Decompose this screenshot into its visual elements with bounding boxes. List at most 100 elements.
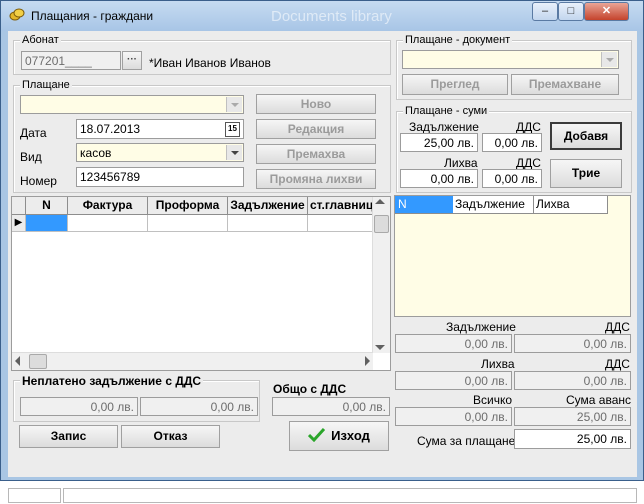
type-select[interactable]: касов: [76, 143, 244, 162]
checkmark-icon: [308, 427, 326, 443]
view-button[interactable]: Преглед: [402, 74, 508, 95]
subscriber-browse-button[interactable]: ···: [122, 51, 142, 70]
change-interest-button[interactable]: Промяна лихви: [256, 169, 376, 189]
total-with-vat-label: Общо с ДДС: [273, 382, 347, 396]
vat2-input[interactable]: 0,00 лв.: [482, 169, 542, 188]
close-icon: ✕: [601, 5, 612, 17]
status-segment: [63, 488, 637, 503]
status-segment: [8, 488, 61, 503]
interest-label: Лихва: [444, 156, 478, 170]
save-button[interactable]: Запис: [19, 425, 118, 448]
scroll-up-icon[interactable]: [375, 199, 385, 204]
payment-document-label: Плащане - документ: [403, 34, 513, 46]
table-cell[interactable]: [68, 215, 148, 232]
table-cell[interactable]: [308, 215, 374, 232]
type-label: Вид: [20, 150, 42, 164]
type-value: касов: [80, 146, 112, 160]
close-button[interactable]: ✕: [584, 2, 629, 21]
chevron-down-icon: [601, 52, 617, 67]
maximize-icon: □: [567, 5, 575, 17]
total-interest-label: Лихва: [481, 357, 515, 371]
maximize-button[interactable]: □: [558, 2, 584, 21]
sums-column-header-n[interactable]: N: [395, 196, 453, 214]
total-obligation-field: 0,00 лв.: [395, 334, 512, 353]
obligation-input[interactable]: 25,00 лв.: [400, 133, 478, 152]
number-input[interactable]: 123456789: [76, 167, 244, 187]
amount-to-pay-input[interactable]: 25,00 лв.: [514, 429, 631, 449]
payment-group-label: Плащане: [20, 79, 72, 91]
exit-label: Изход: [331, 428, 370, 443]
sums-column-header-obligation[interactable]: Задължение: [453, 196, 534, 214]
minimize-button[interactable]: –: [532, 2, 558, 21]
advance-field: 25,00 лв.: [514, 407, 631, 426]
vertical-scrollbar[interactable]: [372, 197, 390, 353]
total-all-field: 0,00 лв.: [395, 407, 512, 426]
title-bar[interactable]: Плащания - граждани Documents library – …: [1, 1, 643, 31]
grid-indicator-header: [12, 197, 26, 215]
vat-label: ДДС: [516, 120, 541, 134]
chevron-down-icon: [226, 145, 242, 160]
date-value: 18.07.2013: [80, 122, 141, 136]
unpaid-obligation-field: 0,00 лв.: [20, 397, 138, 416]
table-cell[interactable]: [228, 215, 308, 232]
column-header-n[interactable]: N: [26, 197, 68, 215]
total-vat2-field: 0,00 лв.: [514, 371, 631, 390]
number-label: Номер: [20, 174, 57, 188]
column-header-obligation[interactable]: Задължение: [228, 197, 308, 215]
payment-sums-label: Плащане - суми: [403, 105, 490, 117]
scroll-left-icon[interactable]: [15, 356, 20, 366]
add-button[interactable]: Добавя: [550, 122, 622, 150]
vat-input[interactable]: 0,00 лв.: [482, 133, 542, 152]
scrollbar-thumb[interactable]: [29, 354, 47, 369]
scroll-down-icon[interactable]: [375, 345, 385, 350]
application-window: Плащания - граждани Documents library – …: [0, 0, 644, 503]
status-bar: [8, 486, 637, 504]
column-header-proforma[interactable]: Проформа: [148, 197, 228, 215]
edit-button[interactable]: Редакция: [256, 119, 376, 139]
remove-document-button[interactable]: Премахване: [511, 74, 619, 95]
invoices-grid[interactable]: N Фактура Проформа Задължение ст.главниц…: [11, 196, 391, 371]
payment-document-select[interactable]: [402, 50, 619, 69]
subscriber-number-field[interactable]: 077201____: [21, 51, 121, 70]
total-obligation-label: Задължение: [446, 320, 516, 334]
vat2-label: ДДС: [516, 156, 541, 170]
total-vat2-label: ДДС: [605, 357, 630, 371]
total-vat-field: 0,00 лв.: [514, 334, 631, 353]
payment-select[interactable]: [20, 95, 244, 114]
minimize-icon: –: [541, 5, 549, 17]
client-area: Абонат 077201____ ··· *Иван Иванов Ивано…: [8, 31, 637, 503]
horizontal-scrollbar[interactable]: [12, 352, 373, 370]
clear-button[interactable]: Трие: [550, 159, 622, 188]
date-input[interactable]: 18.07.2013 15: [76, 119, 244, 139]
app-icon: [9, 8, 25, 21]
chevron-down-icon: [226, 97, 242, 112]
date-label: Дата: [20, 126, 47, 140]
column-header-principal[interactable]: ст.главница: [308, 197, 374, 215]
exit-button[interactable]: Изход: [289, 421, 389, 451]
sums-grid[interactable]: N Задължение Лихва: [394, 195, 631, 317]
table-cell[interactable]: [148, 215, 228, 232]
unpaid-label: Неплатено задължение с ДДС: [20, 374, 204, 388]
window-title: Плащания - граждани: [31, 9, 154, 23]
sums-column-header-interest[interactable]: Лихва: [534, 196, 608, 214]
cancel-button[interactable]: Отказ: [121, 425, 220, 448]
total-all-label: Всичко: [473, 393, 513, 407]
unpaid-vat-field: 0,00 лв.: [140, 397, 258, 416]
total-with-vat-field: 0,00 лв.: [272, 397, 390, 416]
scroll-right-icon[interactable]: [365, 356, 370, 366]
selected-cell[interactable]: [26, 215, 68, 232]
new-button[interactable]: Ново: [256, 94, 376, 114]
row-indicator-icon: ▶: [12, 215, 26, 232]
obligation-label: Задължение: [409, 120, 479, 134]
remove-button[interactable]: Премахва: [256, 144, 376, 164]
background-window-title: Documents library: [271, 8, 392, 25]
subscriber-name: *Иван Иванов Иванов: [149, 56, 271, 70]
total-interest-field: 0,00 лв.: [395, 371, 512, 390]
interest-input[interactable]: 0,00 лв.: [400, 169, 478, 188]
advance-label: Сума аванс: [566, 393, 632, 407]
total-vat-label: ДДС: [605, 320, 630, 334]
scrollbar-thumb[interactable]: [374, 215, 389, 233]
calendar-icon[interactable]: 15: [225, 122, 240, 137]
column-header-invoice[interactable]: Фактура: [68, 197, 148, 215]
ellipsis-icon: ···: [127, 54, 137, 65]
